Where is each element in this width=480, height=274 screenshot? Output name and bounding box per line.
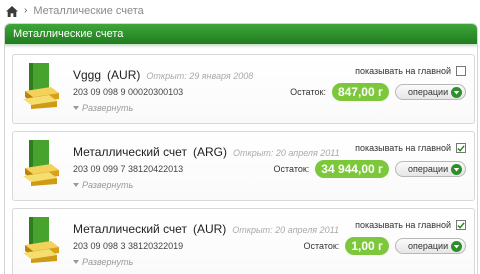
operations-label: операции <box>408 87 449 97</box>
show-on-main-toggle[interactable]: показывать на главной <box>355 66 466 76</box>
account-name[interactable]: Vggg <box>73 68 101 82</box>
metal-accounts-panel: Металлические счета Vggg (AUR) Открыт: 2… <box>4 23 478 274</box>
breadcrumb-current: Металлические счета <box>33 5 144 17</box>
chevron-down-icon <box>73 183 79 187</box>
account-card: Металлический счет (AUR) Открыт: 20 апре… <box>12 208 475 274</box>
account-card: Металлический счет (ARG) Открыт: 20 апре… <box>12 131 475 201</box>
account-number: 203 09 098 3 38120322019 <box>73 241 184 251</box>
expand-link[interactable]: Развернуть <box>73 180 133 190</box>
balance-value: 34 944,00 г <box>315 160 389 178</box>
account-metal: (ARG) <box>192 145 227 159</box>
operations-button[interactable]: операции <box>395 161 466 177</box>
gold-bars-icon <box>23 217 59 263</box>
expand-link[interactable]: Развернуть <box>73 103 133 113</box>
account-title-row: Металлический счет (AUR) Открыт: 20 апре… <box>73 222 339 236</box>
account-name[interactable]: Металлический счет <box>73 145 187 159</box>
show-on-main-label: показывать на главной <box>355 66 451 76</box>
operations-button[interactable]: операции <box>395 84 466 100</box>
chevron-down-icon <box>73 106 79 110</box>
operations-label: операции <box>408 241 449 251</box>
expand-label: Развернуть <box>82 257 134 267</box>
show-on-main-toggle[interactable]: показывать на главной <box>355 220 466 230</box>
balance-label: Остаток: <box>273 164 310 174</box>
show-on-main-label: показывать на главной <box>355 143 451 153</box>
show-on-main-checkbox[interactable] <box>456 220 466 230</box>
expand-label: Развернуть <box>82 103 134 113</box>
chevron-down-circle-icon <box>451 86 462 98</box>
panel-header: Металлические счета <box>5 24 477 44</box>
balance-row: Остаток: 34 944,00 г операции <box>273 160 466 178</box>
expand-link[interactable]: Развернуть <box>73 257 133 267</box>
account-metal: (AUR) <box>107 68 141 82</box>
balance-row: Остаток: 1,00 г операции <box>304 237 466 255</box>
checkmark-icon <box>457 144 465 152</box>
chevron-down-circle-icon <box>451 240 462 252</box>
balance-label: Остаток: <box>290 87 326 97</box>
operations-label: операции <box>408 164 449 174</box>
account-card: Vggg (AUR) Открыт: 29 января 2008 203 09… <box>12 54 475 124</box>
account-opened-date: Открыт: 29 января 2008 <box>146 71 254 81</box>
chevron-down-circle-icon <box>451 163 462 175</box>
account-name[interactable]: Металлический счет <box>73 222 187 236</box>
operations-button[interactable]: операции <box>395 238 466 254</box>
gold-bars-icon <box>23 63 59 109</box>
balance-value: 1,00 г <box>345 237 389 255</box>
balance-value: 847,00 г <box>331 83 389 101</box>
breadcrumb-separator-icon: › <box>24 5 28 16</box>
account-metal: (AUR) <box>192 222 227 236</box>
account-opened-date: Открыт: 20 апреля 2011 <box>232 225 339 235</box>
breadcrumb: › Металлические счета <box>6 4 144 18</box>
balance-label: Остаток: <box>303 241 340 251</box>
account-opened-date: Открыт: 20 апреля 2011 <box>232 148 340 158</box>
panel-title: Металлические счета <box>13 28 124 40</box>
show-on-main-toggle[interactable]: показывать на главной <box>355 143 466 153</box>
chevron-down-icon <box>73 260 79 264</box>
account-title-row: Vggg (AUR) Открыт: 29 января 2008 <box>73 68 253 82</box>
account-title-row: Металлический счет (ARG) Открыт: 20 апре… <box>73 145 340 159</box>
home-icon[interactable] <box>6 5 18 17</box>
panel-header-shadow <box>5 44 477 48</box>
checkmark-icon <box>457 221 465 229</box>
show-on-main-checkbox[interactable] <box>456 143 466 153</box>
account-number: 203 09 099 7 38120422013 <box>73 164 184 174</box>
balance-row: Остаток: 847,00 г операции <box>290 83 466 101</box>
expand-label: Развернуть <box>82 180 134 190</box>
show-on-main-label: показывать на главной <box>355 220 451 230</box>
account-number: 203 09 098 9 00020300103 <box>73 87 184 97</box>
gold-bars-icon <box>23 140 59 186</box>
show-on-main-checkbox[interactable] <box>456 66 466 76</box>
